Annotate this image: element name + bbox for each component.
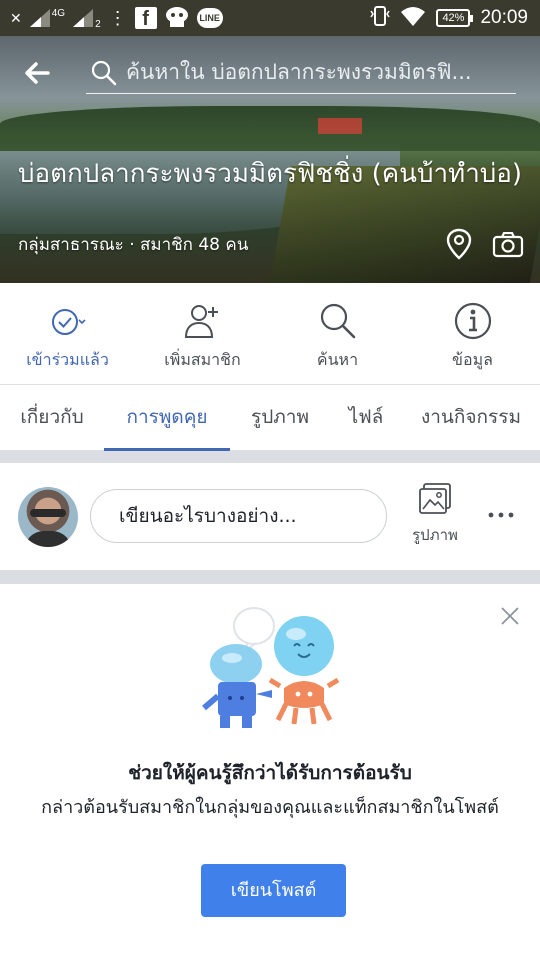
more-icon: ⋮ — [108, 7, 127, 28]
close-icon — [501, 607, 519, 625]
more-dots-icon — [488, 512, 514, 518]
more-options-button[interactable] — [484, 505, 518, 525]
welcome-illustration — [196, 604, 346, 744]
joined-button[interactable]: เข้าร่วมแล้ว — [0, 283, 135, 385]
search-button[interactable]: ค้นหา — [270, 283, 405, 385]
photo-icon — [418, 483, 452, 515]
back-button[interactable] — [22, 58, 62, 88]
welcome-title: ช่วยให้ผู้คนรู้สึกว่าได้รับการต้อนรับ — [128, 762, 412, 784]
tab-events[interactable]: งานกิจกรรม — [402, 385, 540, 451]
add-member-button[interactable]: เพิ่มสมาชิก — [135, 283, 270, 385]
group-cover: ค้นหาใน บ่อตกปลากระพงรวมมิตรฟิ... บ่อตกป… — [0, 36, 540, 283]
avatar[interactable] — [18, 487, 78, 547]
search-label: ค้นหา — [316, 350, 359, 369]
add-member-label: เพิ่มสมาชิก — [164, 350, 241, 369]
camera-icon[interactable] — [492, 231, 524, 258]
photo-label: รูปภาพ — [412, 526, 458, 544]
welcome-description: กล่าวต้อนรับสมาชิกในกลุ่มของคุณและแท็กสม… — [41, 797, 499, 818]
group-search-bar[interactable]: ค้นหาใน บ่อตกปลากระพงรวมมิตรฟิ... — [86, 52, 516, 94]
group-meta: กลุ่มสาธารณะ · สมาชิก 48 คน — [18, 235, 249, 255]
tab-files[interactable]: ไฟล์ — [330, 385, 402, 451]
info-label: ข้อมูล — [452, 350, 493, 369]
search-input[interactable]: ค้นหาใน บ่อตกปลากระพงรวมมิตรฟิ... — [126, 56, 506, 89]
location-icon[interactable] — [446, 228, 472, 260]
group-action-bar: เข้าร่วมแล้ว เพิ่มสมาชิก ค้นหา ข้อมูล — [0, 283, 540, 385]
wifi-icon — [400, 6, 426, 31]
avatar-shirt — [24, 531, 72, 547]
messenger-bot-icon — [165, 6, 189, 31]
network-label: 4G — [51, 7, 66, 19]
joined-check-icon — [48, 301, 88, 341]
sim2-label: 2 — [95, 18, 101, 30]
close-icon: ✕ — [10, 9, 22, 26]
status-bar: ✕ 4G 2 ⋮ f LINE 42% 20:09 — [0, 0, 540, 36]
info-button[interactable]: ข้อมูล — [405, 283, 540, 385]
group-title: บ่อตกปลากระพงรวมมิตรฟิชชิ่ง (คนบ้าทำบ่อ) — [18, 159, 523, 189]
info-icon — [453, 301, 493, 341]
joined-label: เข้าร่วมแล้ว — [26, 350, 109, 369]
signal-icon — [29, 9, 50, 27]
section-divider — [0, 451, 540, 463]
section-divider-2 — [0, 570, 540, 584]
tab-photos[interactable]: รูปภาพ — [230, 385, 330, 451]
close-button[interactable] — [496, 602, 524, 630]
write-post-button[interactable]: เขียนโพสต์ — [201, 864, 346, 917]
avatar-glasses — [30, 509, 66, 517]
vibrate-icon — [370, 5, 391, 32]
add-member-icon — [183, 301, 223, 341]
compose-input[interactable]: เขียนอะไรบางอย่าง... — [90, 489, 387, 543]
post-composer: เขียนอะไรบางอย่าง... รูปภาพ — [0, 463, 540, 570]
tab-discussion[interactable]: การพูดคุย — [104, 385, 230, 451]
welcome-card: ช่วยให้ผู้คนรู้สึกว่าได้รับการต้อนรับ กล… — [0, 584, 540, 960]
clock: 20:09 — [480, 7, 528, 28]
group-tabs: เกี่ยวกับ การพูดคุย รูปภาพ ไฟล์ งานกิจกร… — [0, 385, 540, 451]
search-icon — [318, 301, 358, 341]
line-icon: LINE — [196, 8, 223, 28]
facebook-icon: f — [134, 7, 157, 30]
search-icon — [90, 59, 118, 87]
signal-icon-2 — [73, 9, 94, 27]
back-arrow-icon — [25, 62, 50, 84]
battery-icon: 42% — [436, 9, 474, 27]
photo-button[interactable]: รูปภาพ — [404, 483, 466, 553]
tab-about[interactable]: เกี่ยวกับ — [0, 385, 104, 451]
